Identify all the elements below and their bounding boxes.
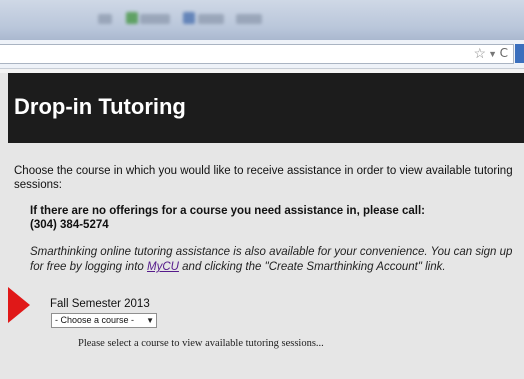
page-title: Drop-in Tutoring	[14, 94, 186, 119]
blurred-toolbar-item	[140, 14, 170, 24]
call-notice-text: If there are no offerings for a course y…	[30, 205, 425, 217]
red-arrow-pointer	[8, 287, 30, 323]
page-header: Drop-in Tutoring	[8, 73, 524, 143]
bookmark-star-icon[interactable]: ☆	[473, 44, 486, 62]
call-notice: If there are no offerings for a course y…	[30, 204, 520, 232]
address-bar-row: ☆ ▼ C	[0, 40, 524, 69]
history-dropdown-icon[interactable]: ▼	[488, 44, 497, 64]
semester-label: Fall Semester 2013	[50, 298, 150, 310]
course-select-value: - Choose a course -	[55, 315, 135, 325]
chevron-down-icon: ▼	[146, 316, 154, 325]
search-box-edge[interactable]	[515, 44, 524, 63]
url-input[interactable]	[0, 44, 514, 64]
blurred-toolbar-item	[198, 14, 224, 24]
reload-icon[interactable]: C	[500, 44, 508, 62]
mycu-link[interactable]: MyCU	[147, 261, 179, 273]
browser-toolbar	[0, 0, 524, 40]
course-select[interactable]: - Choose a course - ▼	[51, 313, 157, 328]
select-course-message: Please select a course to view available…	[78, 338, 324, 349]
blurred-toolbar-item	[236, 14, 262, 24]
blurred-app-icon	[126, 12, 138, 24]
smarthinking-notice: Smarthinking online tutoring assistance …	[30, 245, 524, 275]
blurred-app-icon	[183, 12, 195, 24]
page-content: Choose the course in which you would lik…	[8, 143, 524, 379]
intro-text: Choose the course in which you would lik…	[14, 165, 513, 191]
smarthinking-text-after: and clicking the "Create Smarthinking Ac…	[178, 261, 446, 273]
phone-number: (304) 384-5274	[30, 219, 109, 231]
blurred-toolbar-item	[98, 14, 112, 24]
